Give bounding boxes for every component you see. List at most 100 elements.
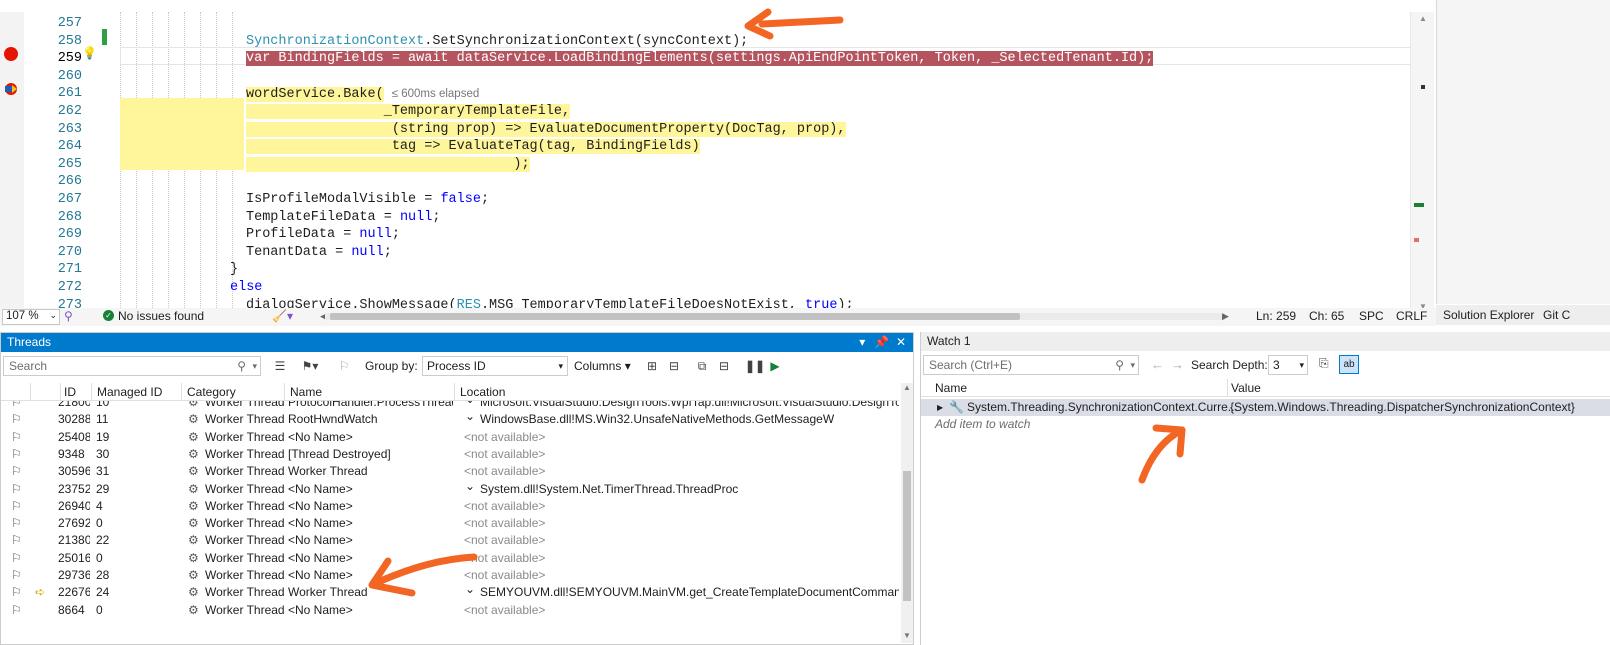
close-icon[interactable]: ✕ (893, 333, 909, 352)
column-id[interactable]: ID (59, 383, 92, 401)
code-editor[interactable]: 💡 257 258 SynchronizationContext.SetSynchr… (0, 12, 1450, 316)
zoom-select[interactable]: 107 % ⌄ (2, 309, 60, 325)
flag-icon[interactable]: ⚐ (11, 463, 25, 480)
thread-row[interactable]: ⚐ 30596 31 ⚙ Worker Thread Worker Thread <not … (1, 463, 899, 480)
code-line[interactable]: 257 (24, 15, 1450, 33)
thread-row[interactable]: ⚐ 30288 11 ⚙ Worker Thread RootHwndWatch ⌄ Wind… (1, 408, 899, 428)
flag-icon[interactable]: ⚐ (11, 401, 25, 411)
threads-scroll-thumb[interactable] (903, 471, 911, 601)
back-arrow-icon[interactable]: ← (1151, 357, 1164, 372)
flag-icon[interactable]: ⚐ (11, 481, 25, 498)
column-managed-id[interactable]: Managed ID (92, 383, 182, 401)
column-location[interactable]: Location (455, 383, 899, 401)
forward-arrow-icon[interactable]: → (1171, 357, 1184, 372)
editor-horizontal-thumb[interactable] (330, 313, 1020, 320)
flag-only-icon[interactable]: ⚐ (335, 357, 353, 375)
flag-icon[interactable]: ⚐ (11, 411, 25, 428)
code-line[interactable]: 260 (24, 68, 1450, 86)
add-watch-item[interactable]: Add item to watch (921, 416, 1610, 433)
code-line[interactable]: 258 SynchronizationContext.SetSynchroniza… (24, 33, 1450, 51)
code-line[interactable]: 264 tag => EvaluateTag(tag, BindingField… (24, 138, 1450, 156)
flag-icon[interactable]: ⚐ (11, 550, 25, 567)
watch-item-name[interactable]: System.Threading.SynchronizationContext.… (967, 399, 1238, 416)
whitespace-status[interactable]: SPC (1359, 309, 1384, 323)
issues-status[interactable]: No issues found (118, 309, 204, 323)
code-line[interactable]: 272 else (24, 279, 1450, 297)
expand-icon[interactable]: ▶ (937, 399, 943, 416)
code-line[interactable]: 269 ProfileData = null; (24, 226, 1450, 244)
column-category[interactable]: Category (182, 383, 285, 401)
view-hex-icon[interactable]: ab (1339, 355, 1359, 374)
watch-column-value[interactable]: Value (1231, 381, 1261, 395)
thread-row[interactable]: ⚐ 27692 0 ⚙ Worker Thread <No Name> <not avail… (1, 515, 899, 532)
flag-icon[interactable]: ⚐ (11, 602, 25, 619)
pin-icon[interactable]: 📌 (874, 333, 890, 352)
code-line[interactable]: 271} (24, 261, 1450, 279)
search-icon[interactable]: ⚲ (1115, 356, 1124, 374)
code-line[interactable]: 265 ); (24, 156, 1450, 174)
expand-callstack-icon[interactable]: ⌄ (465, 401, 477, 408)
line-number-status[interactable]: Ln: 259 (1256, 309, 1296, 323)
scroll-right-icon[interactable]: ▶ (1222, 311, 1229, 322)
expand-callstack-icon[interactable]: ⌄ (465, 408, 477, 425)
search-icon[interactable]: ⚲ (237, 357, 246, 375)
flag-icon[interactable]: ⚐ (11, 567, 25, 584)
thread-row[interactable]: ⚐ 21800 10 ⚙ Worker Thread ProtocolHandler.Pr… (1, 401, 899, 411)
watch-item-value[interactable]: {System.Windows.Threading.DispatcherSync… (1230, 399, 1575, 416)
thread-row[interactable]: ⚐ 8664 0 ⚙ Worker Thread <No Name> <not availa… (1, 602, 899, 619)
thread-row[interactable]: ⚐ 26940 4 ⚙ Worker Thread <No Name> <not avail… (1, 498, 899, 515)
add-watch-placeholder[interactable]: Add item to watch (935, 416, 1030, 433)
columns-button[interactable]: Columns ▾ (574, 359, 631, 373)
expand-callstack-icon[interactable]: ⌄ (465, 581, 477, 598)
expand-callstack-icon[interactable]: ⌄ (465, 478, 477, 495)
glyph-margin[interactable] (0, 12, 24, 316)
group-by-select[interactable]: Process ID ▾ (422, 356, 568, 376)
cleanup-icon[interactable]: 🧹▾ (272, 309, 293, 323)
flag-icon[interactable]: ⚐ (11, 584, 25, 601)
threads-scrollbar[interactable]: ▲ ▼ (901, 383, 913, 643)
thread-row[interactable]: ⚐ 21380 22 ⚙ Worker Thread <No Name> <not avai… (1, 532, 899, 549)
editor-vertical-scrollbar[interactable]: ▲ ▼ (1410, 12, 1434, 316)
code-line[interactable]: 270 TenantData = null; (24, 244, 1450, 262)
column-status[interactable]: Ch: 65 (1309, 309, 1344, 323)
chevron-down-icon[interactable]: ▾ (252, 357, 257, 375)
pin-source-icon[interactable]: ⎘ (1319, 356, 1329, 371)
code-line[interactable]: 267 IsProfileModalVisible = false; (24, 191, 1450, 209)
search-depth-select[interactable]: 3 ▾ (1268, 355, 1308, 375)
window-menu-icon[interactable]: ▾ (854, 333, 870, 352)
flag-icon[interactable]: ⚐ (11, 429, 25, 446)
expand-callstacks-icon[interactable]: ☰ (271, 357, 289, 375)
thread-row[interactable]: ⚐ 25016 0 ⚙ Worker Thread <No Name> <not avail… (1, 550, 899, 567)
tab-solution-explorer[interactable]: Solution Explorer (1443, 308, 1534, 322)
code-line[interactable]: 261 wordService.Bake(≤ 600ms elapsed (24, 85, 1450, 103)
flag-icon[interactable]: ⚐ (11, 532, 25, 549)
freeze-threads-icon[interactable]: ❚❚ (745, 357, 765, 375)
flag-icon[interactable]: ⚑▾ (301, 357, 319, 375)
code-line[interactable]: 262 _TemporaryTemplateFile, (24, 103, 1450, 121)
chevron-down-icon[interactable]: ▾ (1130, 356, 1135, 374)
thread-row[interactable]: ⚐ 23752 29 ⚙ Worker Thread <No Name> ⌄ System.d… (1, 478, 899, 498)
watch-column-name[interactable]: Name (935, 381, 967, 395)
thread-row[interactable]: ⚐ ➪ 22676 24 ⚙ Worker Thread Worker Thread ⌄ SEM… (1, 581, 899, 601)
thread-row[interactable]: ⚐ 9348 30 ⚙ Worker Thread [Thread Destroyed] <… (1, 446, 899, 463)
tab-git-changes[interactable]: Git C (1543, 308, 1570, 322)
watch-search-input[interactable]: Search (Ctrl+E) ⚲ ▾ (923, 355, 1139, 375)
flag-icon[interactable]: ⚐ (11, 446, 25, 463)
breakpoint-icon[interactable] (4, 47, 18, 61)
thread-row[interactable]: ⚐ 29736 28 ⚙ Worker Thread <No Name> <not avai… (1, 567, 899, 584)
watch-row[interactable]: ▶ 🔧 System.Threading.SynchronizationContex… (921, 399, 1610, 416)
thaw-threads-icon[interactable]: ▶ (766, 357, 784, 375)
thread-row[interactable]: ⚐ 25408 19 ⚙ Worker Thread <No Name> <not avai… (1, 429, 899, 446)
flag-icon[interactable]: ⚐ (11, 515, 25, 532)
code-line[interactable]: 268 TemplateFileData = null; (24, 209, 1450, 227)
code-line[interactable]: 266 (24, 173, 1450, 191)
line-ending-status[interactable]: CRLF (1396, 309, 1427, 323)
collapse-all-icon[interactable]: ⊟ (715, 357, 733, 375)
code-line[interactable]: 263 (string prop) => EvaluateDocumentPro… (24, 121, 1450, 139)
expand-all-icon[interactable]: ⧉ (693, 357, 711, 375)
column-name[interactable]: Name (285, 383, 455, 401)
code-line[interactable]: 259 var BindingFields = await dataService… (24, 50, 1450, 68)
threads-search-input[interactable]: Search ⚲ ▾ (3, 356, 261, 376)
collapse-groups-icon[interactable]: ⊟ (665, 357, 683, 375)
flag-icon[interactable]: ⚐ (11, 498, 25, 515)
